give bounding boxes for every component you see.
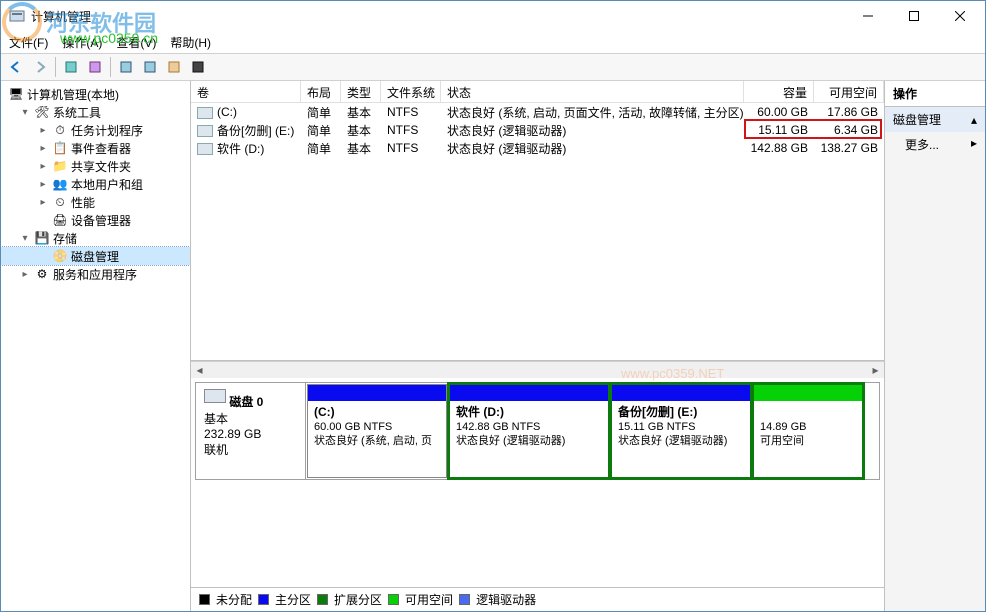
tree-eventviewer[interactable]: ▸📋事件查看器 xyxy=(1,139,190,157)
clock-icon: ⏱ xyxy=(52,122,68,138)
menu-action[interactable]: 操作(A) xyxy=(62,34,102,51)
scroll-left-icon[interactable]: ◂ xyxy=(191,362,208,379)
disk-type: 基本 xyxy=(204,412,228,426)
arrow-right-icon[interactable]: ▸ xyxy=(37,125,49,136)
partition-strip xyxy=(754,385,862,401)
tree-diskmgmt[interactable]: 📀磁盘管理 xyxy=(1,247,190,265)
partition-strip xyxy=(308,385,446,401)
back-button[interactable] xyxy=(5,56,27,78)
volume-header: 卷 布局 类型 文件系统 状态 容量 可用空间 xyxy=(191,81,884,103)
legend-free: 可用空间 xyxy=(405,591,453,608)
volume-list[interactable]: 卷 布局 类型 文件系统 状态 容量 可用空间 (C:)简单基本NTFS状态良好… xyxy=(191,81,884,361)
window-title: 计算机管理 xyxy=(31,8,91,25)
tree-pane[interactable]: 🖥计算机管理(本地) ▾🛠系统工具 ▸⏱任务计划程序 ▸📋事件查看器 ▸📁共享文… xyxy=(1,81,191,611)
disk-icon: 📀 xyxy=(52,248,68,264)
col-vol[interactable]: 卷 xyxy=(191,81,301,102)
menubar: 文件(F) 操作(A) 查看(V) 帮助(H) xyxy=(1,31,985,53)
h-scrollbar[interactable]: ◂ ▸ xyxy=(191,361,884,378)
disk-size: 232.89 GB xyxy=(204,427,261,441)
users-icon: 👥 xyxy=(52,176,68,192)
tree-devmgr[interactable]: 🖨设备管理器 xyxy=(1,211,190,229)
arrow-down-icon[interactable]: ▾ xyxy=(19,233,31,244)
tree-shared[interactable]: ▸📁共享文件夹 xyxy=(1,157,190,175)
toolbar xyxy=(1,53,985,81)
partition-strip xyxy=(612,385,750,401)
titlebar[interactable]: 计算机管理 xyxy=(1,1,985,31)
scroll-right-icon[interactable]: ▸ xyxy=(867,362,884,379)
tb-icon-4[interactable] xyxy=(139,56,161,78)
services-icon: ⚙ xyxy=(34,266,50,282)
tree-storage[interactable]: ▾💾存储 xyxy=(1,229,190,247)
legend-unalloc: 未分配 xyxy=(216,591,252,608)
volume-icon xyxy=(197,107,213,119)
arrow-right-icon[interactable]: ▸ xyxy=(37,197,49,208)
legend: 未分配 主分区 扩展分区 可用空间 逻辑驱动器 xyxy=(191,587,884,611)
col-layout[interactable]: 布局 xyxy=(301,81,341,102)
menu-file[interactable]: 文件(F) xyxy=(9,34,48,51)
tools-icon: 🛠 xyxy=(34,104,50,120)
actions-header: 操作 xyxy=(885,81,985,107)
volume-icon xyxy=(197,125,213,137)
disk-label: 磁盘 0 xyxy=(229,395,263,409)
arrow-right-icon[interactable]: ▸ xyxy=(37,161,49,172)
actions-pane: 操作 磁盘管理▴ 更多...▸ xyxy=(885,81,985,611)
tree-perf[interactable]: ▸⏲性能 xyxy=(1,193,190,211)
maximize-button[interactable] xyxy=(891,1,937,31)
menu-view[interactable]: 查看(V) xyxy=(116,34,156,51)
computer-icon: 🖥 xyxy=(8,86,24,102)
partition[interactable]: 软件 (D:)142.88 GB NTFS状态良好 (逻辑驱动器) xyxy=(449,384,609,478)
minimize-button[interactable] xyxy=(845,1,891,31)
tree-tasksched[interactable]: ▸⏱任务计划程序 xyxy=(1,121,190,139)
table-row[interactable]: 备份[勿删] (E:)简单基本NTFS状态良好 (逻辑驱动器)15.11 GB6… xyxy=(191,121,884,139)
tree-root[interactable]: 🖥计算机管理(本地) xyxy=(1,85,190,103)
up-arrow-icon: ▴ xyxy=(971,113,977,127)
partition-strip xyxy=(450,385,608,401)
partition[interactable]: 备份[勿删] (E:)15.11 GB NTFS状态良好 (逻辑驱动器) xyxy=(611,384,751,478)
storage-icon: 💾 xyxy=(34,230,50,246)
actions-sub[interactable]: 磁盘管理▴ xyxy=(885,107,985,132)
col-fs[interactable]: 文件系统 xyxy=(381,81,441,102)
col-free[interactable]: 可用空间 xyxy=(814,81,884,102)
arrow-right-icon[interactable]: ▸ xyxy=(19,269,31,280)
close-button[interactable] xyxy=(937,1,983,31)
actions-more[interactable]: 更多...▸ xyxy=(885,132,985,157)
partition[interactable]: (C:)60.00 GB NTFS状态良好 (系统, 启动, 页 xyxy=(307,384,447,478)
col-type[interactable]: 类型 xyxy=(341,81,381,102)
tb-icon-6[interactable] xyxy=(187,56,209,78)
table-row[interactable]: (C:)简单基本NTFS状态良好 (系统, 启动, 页面文件, 活动, 故障转储… xyxy=(191,103,884,121)
device-icon: 🖨 xyxy=(52,212,68,228)
tree-users[interactable]: ▸👥本地用户和组 xyxy=(1,175,190,193)
right-arrow-icon: ▸ xyxy=(971,136,977,153)
tb-icon-5[interactable] xyxy=(163,56,185,78)
legend-primary: 主分区 xyxy=(275,591,311,608)
col-status[interactable]: 状态 xyxy=(441,81,744,102)
arrow-right-icon[interactable]: ▸ xyxy=(37,143,49,154)
tree-systools[interactable]: ▾🛠系统工具 xyxy=(1,103,190,121)
legend-ext: 扩展分区 xyxy=(334,591,382,608)
disk-online: 联机 xyxy=(204,443,228,457)
partition[interactable]: 14.89 GB可用空间 xyxy=(753,384,863,478)
table-row[interactable]: 软件 (D:)简单基本NTFS状态良好 (逻辑驱动器)142.88 GB138.… xyxy=(191,139,884,157)
perf-icon: ⏲ xyxy=(52,194,68,210)
disk-map[interactable]: 磁盘 0 基本 232.89 GB 联机 (C:)60.00 GB NTFS状态… xyxy=(191,378,884,587)
folder-icon: 📁 xyxy=(52,158,68,174)
tb-icon-1[interactable] xyxy=(60,56,82,78)
col-cap[interactable]: 容量 xyxy=(744,81,814,102)
arrow-down-icon[interactable]: ▾ xyxy=(19,107,31,118)
app-icon xyxy=(9,8,25,24)
tb-icon-3[interactable] xyxy=(115,56,137,78)
arrow-right-icon[interactable]: ▸ xyxy=(37,179,49,190)
tree-services[interactable]: ▸⚙服务和应用程序 xyxy=(1,265,190,283)
disk-row[interactable]: 磁盘 0 基本 232.89 GB 联机 (C:)60.00 GB NTFS状态… xyxy=(195,382,880,480)
menu-help[interactable]: 帮助(H) xyxy=(170,34,211,51)
legend-logical: 逻辑驱动器 xyxy=(476,591,536,608)
event-icon: 📋 xyxy=(52,140,68,156)
volume-icon xyxy=(197,143,213,155)
forward-button[interactable] xyxy=(29,56,51,78)
disk-info[interactable]: 磁盘 0 基本 232.89 GB 联机 xyxy=(196,383,306,479)
tb-icon-2[interactable] xyxy=(84,56,106,78)
disk-icon xyxy=(204,389,226,403)
